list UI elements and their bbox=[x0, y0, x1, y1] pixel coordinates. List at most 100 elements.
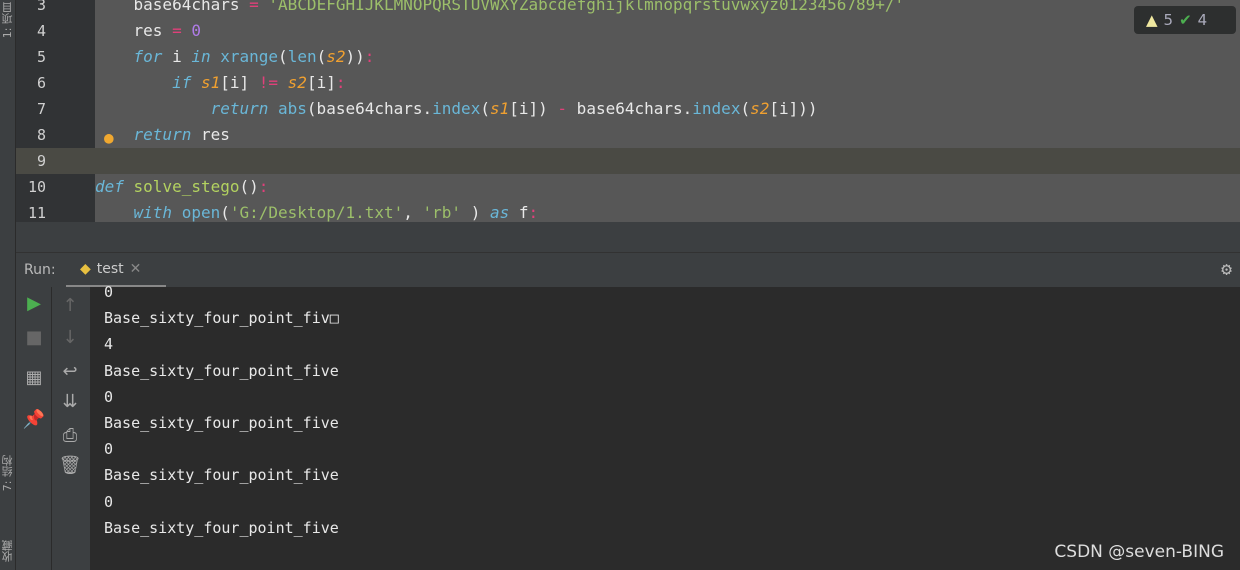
console-line: 0 bbox=[104, 492, 114, 511]
left-tool-strip: 1: 项目 7: 结构 收藏 bbox=[0, 0, 16, 570]
code-line[interactable]: for i in xrange(len(s2)): bbox=[95, 44, 375, 70]
tab-test[interactable]: ◆ test ✕ bbox=[66, 253, 166, 288]
code-token: xrange bbox=[210, 47, 279, 66]
code-token: : bbox=[258, 177, 269, 196]
code-token: 'G:/Desktop/1.txt' bbox=[229, 203, 404, 222]
code-line[interactable]: res = 0 bbox=[95, 18, 201, 44]
gear-icon[interactable]: ⚙ bbox=[1221, 259, 1232, 280]
line-number: 8 bbox=[36, 126, 46, 144]
code-token: abs bbox=[268, 99, 307, 118]
code-token: ( bbox=[220, 203, 230, 222]
code-token: ( bbox=[316, 47, 327, 66]
code-token: solve_stego bbox=[123, 177, 240, 196]
console-line: Base_sixty_four_point_five bbox=[104, 361, 339, 380]
code-line[interactable]: return abs(base64chars.index(s1[i]) - ba… bbox=[95, 96, 818, 122]
code-token: i bbox=[162, 47, 192, 66]
print-icon[interactable]: ⎙ bbox=[52, 425, 88, 446]
pin-icon[interactable]: 📌 bbox=[16, 409, 52, 430]
line-number: 9 bbox=[36, 152, 46, 170]
watermark: CSDN @seven-BING bbox=[1054, 542, 1224, 562]
line-number: 5 bbox=[36, 48, 46, 66]
code-token: len bbox=[287, 47, 317, 66]
warning-icon: ▲ bbox=[1146, 11, 1158, 29]
code-token: ) bbox=[461, 203, 490, 222]
code-token: as bbox=[489, 203, 510, 222]
lightbulb-icon[interactable]: ● bbox=[104, 128, 114, 147]
code-token: res bbox=[95, 21, 173, 40]
project-tool-tab[interactable]: 1: 项目 bbox=[0, 2, 16, 38]
down-arrow-icon[interactable]: ↓ bbox=[52, 327, 88, 348]
line-number: 6 bbox=[36, 74, 46, 92]
code-line[interactable]: return res bbox=[95, 122, 230, 148]
code-token: [i] bbox=[306, 73, 336, 92]
code-token: open bbox=[172, 203, 221, 222]
code-token: for bbox=[95, 47, 163, 66]
console-line: 0 bbox=[104, 440, 114, 459]
structure-tool-tab[interactable]: 7: 结构 bbox=[0, 455, 16, 491]
line-number: 3 bbox=[36, 0, 46, 14]
code-token: = bbox=[249, 0, 259, 14]
line-number: 10 bbox=[27, 178, 46, 196]
console-line: 4 bbox=[104, 335, 114, 354]
code-token: with bbox=[95, 203, 173, 222]
code-token: != bbox=[258, 73, 279, 92]
code-token: - bbox=[557, 99, 568, 118]
code-token: s1 bbox=[191, 73, 221, 92]
line-number: 7 bbox=[36, 100, 46, 118]
line-number: 4 bbox=[36, 22, 46, 40]
code-line[interactable]: base64chars = 'ABCDEFGHIJKLMNOPQRSTUVWXY… bbox=[95, 0, 905, 18]
console-output[interactable]: 0 Base_sixty_four_point_fiv□ 4 Base_sixty_f… bbox=[90, 283, 1240, 570]
code-token: ( bbox=[740, 99, 751, 118]
code-token: ( bbox=[480, 99, 490, 118]
code-token: base64chars bbox=[95, 0, 250, 14]
code-token: s2 bbox=[750, 99, 770, 118]
code-token: s1 bbox=[489, 99, 510, 118]
inspection-badge[interactable]: ▲ 5 ✔ 4 bbox=[1134, 6, 1236, 34]
console-line: 0 bbox=[104, 283, 114, 301]
code-token: )) bbox=[345, 47, 365, 66]
python-icon: ◆ bbox=[80, 261, 91, 277]
trash-icon[interactable]: 🗑 bbox=[52, 455, 88, 476]
code-token: () bbox=[239, 177, 259, 196]
code-token: in bbox=[191, 47, 211, 66]
code-token: index bbox=[692, 99, 741, 118]
code-token: s2 bbox=[278, 73, 307, 92]
code-token: return bbox=[95, 99, 269, 118]
code-token: s2 bbox=[326, 47, 346, 66]
run-controls: ▶ ■ ▦ 📌 bbox=[16, 287, 52, 570]
console-line: Base_sixty_four_point_fiv□ bbox=[104, 309, 339, 328]
console-line: Base_sixty_four_point_five bbox=[104, 518, 339, 537]
code-token: 'rb' bbox=[422, 203, 462, 222]
code-token: = bbox=[172, 21, 182, 40]
run-toolbar: Run: ◆ test ✕ ⚙ bbox=[16, 252, 1240, 288]
weak-warning-icon: ✔ bbox=[1179, 11, 1192, 29]
favorites-tool-tab[interactable]: 收藏 bbox=[0, 540, 16, 562]
run-label: Run: bbox=[24, 262, 56, 278]
code-token: [i] bbox=[220, 73, 259, 92]
code-line[interactable]: if s1[i] != s2[i]: bbox=[95, 70, 345, 96]
code-token: index bbox=[432, 99, 481, 118]
code-token: (base64chars. bbox=[306, 99, 433, 118]
soft-wrap-icon[interactable]: ↩ bbox=[52, 361, 88, 382]
code-line[interactable]: def solve_stego(): bbox=[95, 174, 268, 200]
code-token: , bbox=[403, 203, 423, 222]
panel-divider[interactable] bbox=[16, 222, 1240, 252]
scroll-to-end-icon[interactable]: ⇊ bbox=[52, 391, 88, 412]
code-token: : bbox=[528, 203, 539, 222]
up-arrow-icon[interactable]: ↑ bbox=[52, 295, 88, 316]
code-token: [i])) bbox=[769, 99, 818, 118]
code-token: ( bbox=[278, 47, 288, 66]
code-token: f bbox=[509, 203, 529, 222]
console-controls: ↑ ↓ ↩ ⇊ ⎙ 🗑 bbox=[52, 287, 90, 570]
code-token: if bbox=[95, 73, 192, 92]
current-line-highlight bbox=[16, 148, 1240, 174]
layout-icon[interactable]: ▦ bbox=[16, 367, 52, 388]
code-token: res bbox=[191, 125, 230, 144]
close-icon[interactable]: ✕ bbox=[130, 261, 142, 277]
console-line: Base_sixty_four_point_five bbox=[104, 414, 339, 432]
code-token: : bbox=[364, 47, 375, 66]
code-token: def bbox=[95, 177, 124, 196]
stop-icon[interactable]: ■ bbox=[16, 327, 52, 348]
rerun-icon[interactable]: ▶ bbox=[16, 293, 52, 314]
code-token: 0 bbox=[181, 21, 201, 40]
